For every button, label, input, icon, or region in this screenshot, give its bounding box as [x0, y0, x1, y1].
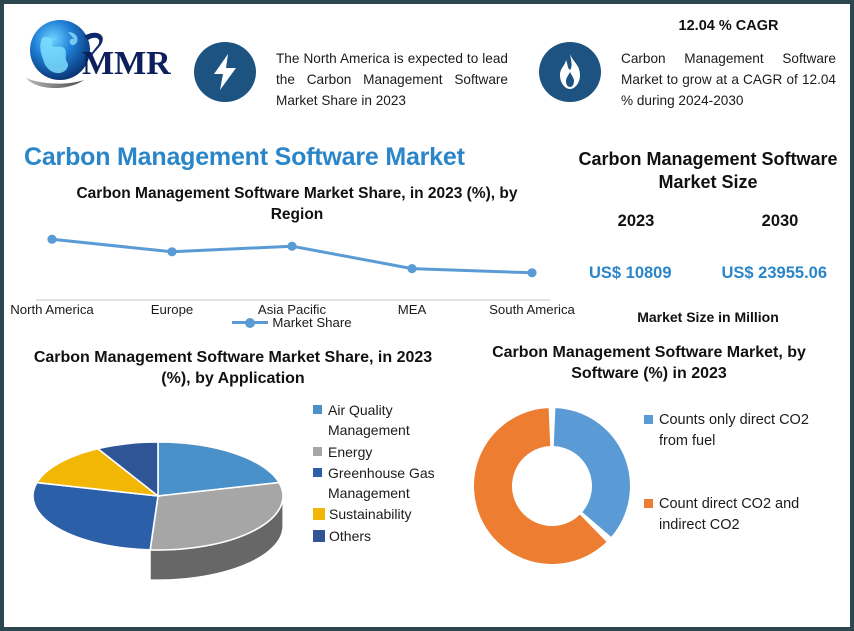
market-size-year-2030: 2030 [761, 212, 799, 230]
pie-legend-item: Sustainability [313, 504, 453, 524]
donut-legend-item: Count direct CO2 and indirect CO2 [644, 494, 834, 536]
market-size-panel: Carbon Management Software Market Size 2… [564, 144, 850, 334]
pie-legend-swatch [313, 467, 322, 477]
pie-legend-label: Greenhouse Gas Management [328, 464, 435, 502]
pie-chart-legend: Air Quality Management Energy Greenhouse G… [313, 400, 453, 547]
donut-chart-arcs [474, 408, 630, 564]
pie-legend-swatch [313, 405, 322, 414]
donut-legend-label: Count direct CO2 and indirect CO2 [659, 496, 800, 534]
line-chart-legend: Market Share [22, 315, 562, 330]
pie-chart-top-faces [32, 441, 284, 551]
pie-legend-swatch [313, 446, 322, 456]
north-america-note: The North America is expected to lead th… [276, 51, 508, 109]
pie-legend-label: Others [329, 527, 372, 544]
donut-chart-plot [474, 408, 630, 564]
region-share-line-chart: Carbon Management Software Market Share,… [10, 184, 575, 334]
donut-chart-title: Carbon Management Software Market, by So… [492, 344, 806, 383]
market-size-values: US$ 10809 US$ 23955.06 [564, 264, 850, 283]
pie-legend-item: Energy [313, 442, 453, 462]
donut-legend-swatch [644, 499, 653, 509]
line-chart-point [407, 264, 417, 274]
donut-arc-0 [553, 408, 630, 537]
pie-legend-label: Energy [328, 443, 373, 460]
line-chart-plot [36, 234, 550, 301]
pie-chart-title: Carbon Management Software Market Share,… [33, 349, 433, 387]
application-share-pie-chart: Carbon Management Software Market Share,… [18, 348, 448, 618]
logo-text: MMR [82, 45, 171, 82]
pie-legend-item: Air Quality Management [313, 400, 453, 441]
market-size-years: 2023 2030 [564, 212, 850, 231]
line-chart-point [527, 268, 537, 278]
legend-label-market-share: Market Share [272, 315, 352, 330]
donut-legend-swatch [644, 415, 653, 424]
header: MMR The North America is expected to lea… [4, 4, 850, 134]
pie-legend-item: Others [313, 526, 453, 546]
infographic-root: MMR The North America is expected to lea… [0, 0, 854, 631]
market-size-title: Carbon Management Software Market Size [578, 149, 838, 193]
mmr-logo: MMR [22, 12, 172, 98]
market-size-value-2023: US$ 10809 [588, 264, 672, 282]
lightning-bolt-icon [194, 42, 256, 102]
donut-legend-label: Counts only direct CO2 from fuel [659, 412, 809, 450]
pie-legend-swatch [313, 508, 325, 521]
donut-legend-item: Counts only direct CO2 from fuel [644, 410, 834, 452]
donut-chart-legend: Counts only direct CO2 from fuel Count di… [644, 410, 834, 578]
flame-icon [539, 42, 601, 102]
pie-legend-label: Air Quality Management [328, 402, 410, 439]
line-chart-point [47, 234, 57, 244]
pie-legend-swatch [313, 529, 325, 542]
pie-legend-label: Sustainability [329, 506, 412, 523]
market-size-value-2030: US$ 23955.06 [721, 264, 828, 282]
legend-line-swatch [232, 317, 269, 328]
pie-chart-plot [32, 441, 284, 581]
software-share-donut-chart: Carbon Management Software Market, by So… [444, 342, 850, 618]
line-chart-point [167, 247, 177, 257]
page-title: Carbon Management Software Market [24, 143, 465, 171]
line-chart-title: Carbon Management Software Market Share,… [76, 185, 518, 223]
market-size-unit-note: Market Size in Million [637, 309, 779, 325]
market-size-year-2023: 2023 [617, 212, 655, 230]
line-chart-point [287, 241, 297, 251]
cagr-note: Carbon Management Software Market to gro… [621, 51, 836, 109]
cagr-headline: 12.04 % CAGR [678, 18, 779, 34]
pie-legend-item: Greenhouse Gas Management [313, 463, 453, 504]
